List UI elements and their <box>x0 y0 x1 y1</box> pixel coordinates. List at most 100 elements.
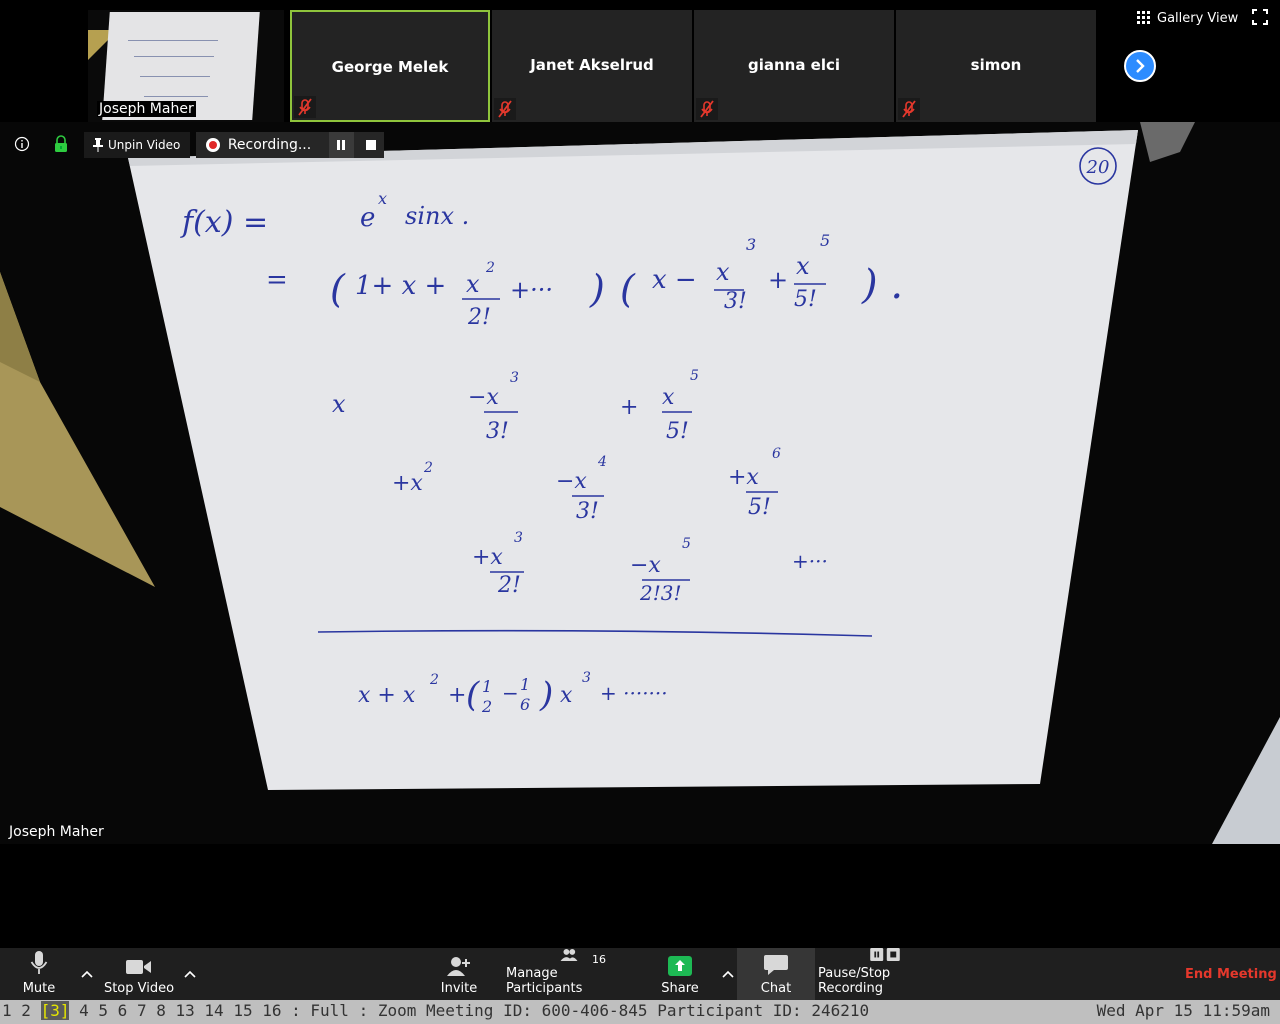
tmux-window-15[interactable]: 15 <box>233 1001 252 1020</box>
status-clock: Wed Apr 15 11:59am <box>1096 1001 1270 1020</box>
mini-ink <box>134 56 214 57</box>
manage-participants-button[interactable]: Manage Participants <box>506 948 632 1000</box>
main-video-area: f(x) = e x sinx . = ( 1+ x + x 2 2! +···… <box>0 122 1280 844</box>
share-label: Share <box>661 981 699 996</box>
ink-text: ) <box>539 675 553 715</box>
stop-video-button[interactable]: Stop Video <box>102 948 176 1000</box>
recording-indicator: Recording... <box>196 132 384 158</box>
ink-text: 2 <box>481 697 492 716</box>
mic-muted-icon <box>494 98 516 120</box>
tmux-window-13[interactable]: 13 <box>176 1001 195 1020</box>
gallery-view-button[interactable]: Gallery View <box>1137 8 1238 28</box>
lock-icon[interactable] <box>54 135 68 153</box>
ink-text: 5 <box>690 368 699 384</box>
ink-text: + <box>768 266 788 294</box>
tmux-window-1[interactable]: 1 <box>2 1001 12 1020</box>
ink-text: + <box>448 683 466 708</box>
ink-text: ( <box>466 675 480 715</box>
ink-text: ( <box>620 267 636 311</box>
ink-text: x <box>560 683 573 708</box>
participant-name: gianna elci <box>747 56 841 74</box>
microphone-icon <box>30 951 48 974</box>
stop-video-label: Stop Video <box>103 981 175 996</box>
pause-icon <box>337 140 346 150</box>
meeting-toolbar: Mute Stop Video Invite Manage Participan… <box>0 948 1280 1000</box>
ink-text: ) <box>589 267 605 311</box>
ink-text: −x <box>630 553 661 578</box>
grid-icon <box>1137 11 1150 24</box>
chat-button[interactable]: Chat <box>737 948 815 1000</box>
tmux-window-4[interactable]: 4 <box>79 1001 89 1020</box>
tmux-window-16[interactable]: 16 <box>262 1001 281 1020</box>
video-camera-icon <box>126 960 151 974</box>
self-tile-name: Joseph Maher <box>97 101 196 117</box>
tmux-window-2[interactable]: 2 <box>21 1001 31 1020</box>
participant-name: Janet Akselrud <box>530 56 654 74</box>
ink-text: 3 <box>582 670 591 686</box>
mute-button[interactable]: Mute <box>8 948 70 1000</box>
share-button[interactable]: Share <box>658 948 702 1000</box>
ink-text: −x <box>468 385 499 410</box>
tmux-window-6[interactable]: 6 <box>118 1001 128 1020</box>
info-icon[interactable] <box>14 136 30 152</box>
status-mode-text: : Full : Zoom Meeting ID: 600-406-845 Pa… <box>291 1001 870 1020</box>
participant-tile-simon[interactable]: simon <box>896 10 1096 122</box>
ink-text: sinx . <box>405 202 469 230</box>
recording-dot-icon <box>206 138 220 152</box>
tmux-status-bar: 1 2 [3] 4 5 6 7 8 13 14 15 16 : Full : Z… <box>0 1000 1280 1024</box>
invite-button[interactable]: Invite <box>438 948 480 1000</box>
pause-recording-button[interactable] <box>328 132 355 158</box>
ink-text: +··· <box>510 276 553 304</box>
tmux-window-8[interactable]: 8 <box>156 1001 166 1020</box>
chevron-up-icon[interactable] <box>79 966 95 982</box>
mini-ink <box>128 40 218 41</box>
end-meeting-button[interactable]: End Meeting <box>1185 967 1277 982</box>
chat-bubble-icon <box>764 955 788 975</box>
ink-text: 3! <box>724 289 747 314</box>
next-page-button[interactable] <box>1124 50 1156 82</box>
tmux-window-14[interactable]: 14 <box>204 1001 223 1020</box>
ink-text: 3 <box>746 235 756 254</box>
tmux-window-3[interactable]: [3] <box>40 1001 70 1020</box>
stop-recording-button[interactable] <box>358 132 384 158</box>
meeting-info-bar: Unpin Video Recording... <box>0 130 400 158</box>
ink-text: 3 <box>510 370 519 386</box>
ink-text: ( <box>330 267 346 311</box>
tmux-window-5[interactable]: 5 <box>98 1001 108 1020</box>
ink-text: = <box>266 265 288 295</box>
mic-muted-icon <box>294 96 316 118</box>
window-list: 1 2 [3] 4 5 6 7 8 13 14 15 16 <box>2 1001 291 1020</box>
ink-text: x <box>716 258 730 286</box>
ink-text: 5! <box>748 495 771 520</box>
mute-label: Mute <box>22 981 56 996</box>
share-screen-icon <box>668 956 692 976</box>
ink-text: 2 <box>485 260 495 276</box>
ink-text: 6 <box>772 446 781 462</box>
chevron-up-icon[interactable] <box>720 966 736 982</box>
manage-participants-label: Manage Participants <box>506 966 583 996</box>
ink-text: 3 <box>514 530 523 546</box>
ink-text: + ······· <box>600 681 668 705</box>
mini-ink <box>144 96 208 97</box>
participant-tile-gianna[interactable]: gianna elci <box>694 10 894 122</box>
chevron-up-icon[interactable] <box>182 966 198 982</box>
pin-icon <box>93 138 103 152</box>
chat-label: Chat <box>760 981 792 996</box>
gallery-strip: Joseph Maher George Melek Janet Akselrud… <box>0 0 1280 126</box>
ink-text: 5 <box>682 536 691 552</box>
participant-tile-janet[interactable]: Janet Akselrud <box>492 10 692 122</box>
ink-text: +x <box>472 545 503 570</box>
pause-stop-recording-label: Pause/Stop Recording <box>818 966 891 996</box>
status-left: 1 2 [3] 4 5 6 7 8 13 14 15 16 : Full : Z… <box>2 1000 869 1022</box>
ink-text: + <box>620 395 638 420</box>
participant-tile-george[interactable]: George Melek <box>290 10 490 122</box>
ink-text: − <box>502 681 519 705</box>
ink-text: x <box>332 390 346 418</box>
ink-text: +x <box>728 465 759 490</box>
ink-text: 3! <box>486 419 509 444</box>
mini-ink <box>140 76 210 77</box>
fullscreen-icon[interactable] <box>1252 9 1268 25</box>
pause-stop-recording-button[interactable]: Pause/Stop Recording <box>818 948 952 1000</box>
unpin-video-button[interactable]: Unpin Video <box>84 132 190 158</box>
tmux-window-7[interactable]: 7 <box>137 1001 147 1020</box>
